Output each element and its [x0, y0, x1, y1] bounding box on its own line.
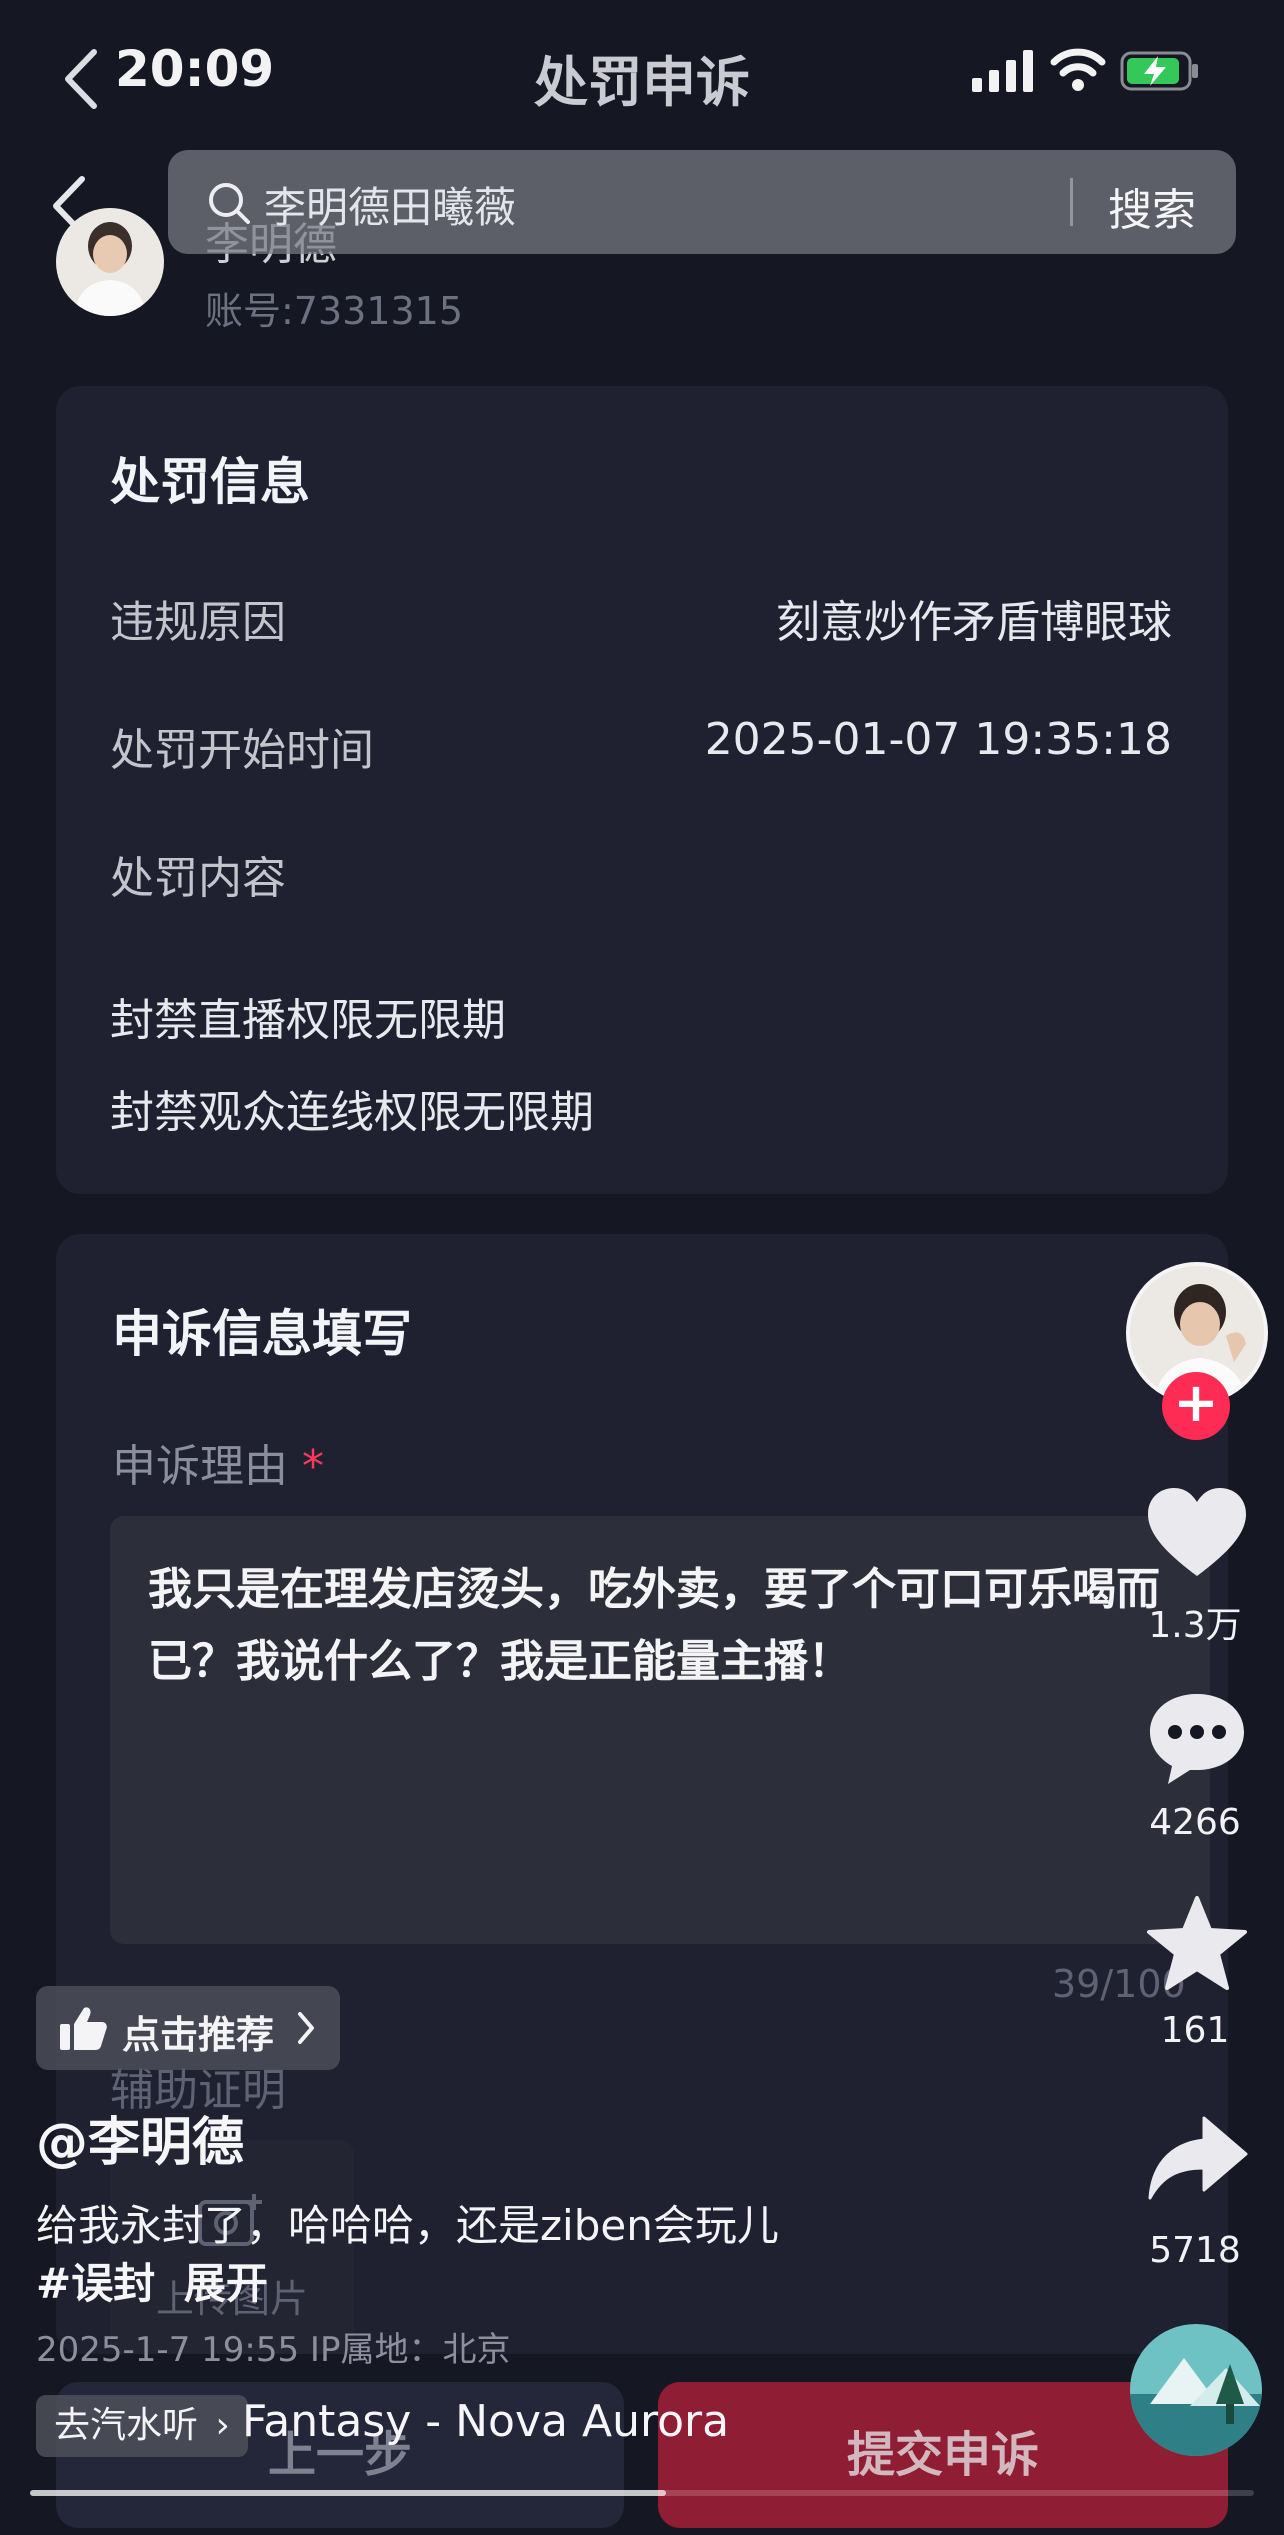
thumbs-up-icon — [60, 2007, 107, 2050]
appeal-reason-label-text: 申诉理由 — [112, 1441, 288, 1492]
search-button[interactable]: 搜索 — [1108, 174, 1196, 238]
profile-avatar[interactable] — [56, 208, 164, 316]
listen-on-qishui-button[interactable]: 去汽水听 › — [36, 2395, 248, 2457]
like-count: 1.3万 — [1148, 1605, 1242, 1646]
share-count: 5718 — [1149, 2230, 1241, 2271]
music-disc[interactable] — [1130, 2324, 1262, 2456]
penalty-start-value: 2025-01-07 19:35:18 — [704, 714, 1172, 765]
video-caption: 给我永封了，哈哈哈，还是ziben会玩儿 — [36, 2201, 779, 2250]
appeal-reason-label: 申诉理由 * — [112, 1430, 324, 1494]
video-progress-bar[interactable] — [30, 2490, 1254, 2496]
violation-reason-value: 刻意炒作矛盾博眼球 — [776, 597, 1172, 648]
penalty-start-label: 处罚开始时间 — [110, 725, 374, 776]
post-meta: 2025-1-7 19:55 IP属地：北京 — [36, 2330, 511, 2370]
follow-button[interactable]: + — [1162, 1372, 1230, 1440]
like-heart-icon[interactable] — [1142, 1484, 1252, 1584]
favorite-star-icon[interactable] — [1142, 1894, 1252, 1994]
appeal-reason-textarea[interactable]: 我只是在理发店烫头，吃外卖，要了个可口可乐喝而已？我说什么了？我是正能量主播！ — [110, 1516, 1210, 1944]
music-title[interactable]: Fantasy - Nova Aurora — [242, 2396, 729, 2447]
recommend-label: 点击推荐 — [122, 2013, 275, 2057]
penalty-content-label: 处罚内容 — [110, 853, 286, 904]
penalty-content-item: 封禁观众连线权限无限期 — [110, 1087, 594, 1138]
video-progress-fill — [30, 2490, 667, 2496]
share-arrow-icon[interactable] — [1142, 2110, 1252, 2210]
search-divider — [1070, 178, 1073, 226]
comment-bubble-icon[interactable] — [1142, 1688, 1252, 1788]
search-icon — [209, 183, 250, 224]
profile-account: 账号:7331315 — [205, 289, 464, 333]
violation-reason-label: 违规原因 — [110, 597, 286, 648]
appeal-card-title: 申诉信息填写 — [112, 1305, 412, 1363]
chevron-right-icon: › — [215, 2405, 230, 2446]
recommend-button[interactable]: 点击推荐 — [36, 1986, 340, 2070]
hashtag-row: #误封 展开 — [36, 2250, 268, 2311]
search-input[interactable]: 李明德田曦薇 — [264, 174, 516, 235]
battery-charging-icon — [1120, 51, 1198, 91]
penalty-info-card: 处罚信息 违规原因 刻意炒作矛盾博眼球 处罚开始时间 2025-01-07 19… — [56, 386, 1228, 1194]
listen-on-qishui-label: 去汽水听 — [54, 2405, 199, 2446]
comment-count: 4266 — [1149, 1802, 1241, 1843]
penalty-card-title: 处罚信息 — [110, 453, 310, 511]
penalty-content-item: 封禁直播权限无限期 — [110, 995, 506, 1046]
expand-link[interactable]: 展开 — [184, 2259, 268, 2308]
hashtag-link[interactable]: #误封 — [36, 2259, 155, 2308]
chevron-right-icon — [298, 2012, 314, 2044]
required-mark: * — [302, 1441, 324, 1492]
appeal-reason-text: 我只是在理发店烫头，吃外卖，要了个可口可乐喝而已？我说什么了？我是正能量主播！ — [148, 1564, 1160, 1687]
wifi-icon — [1050, 48, 1106, 91]
cellular-signal-icon — [972, 50, 1033, 92]
music-cover-icon — [1130, 2324, 1262, 2456]
avatar-portrait-icon — [56, 208, 164, 316]
favorite-count: 161 — [1160, 2010, 1230, 2051]
author-handle[interactable]: @李明德 — [36, 2100, 244, 2175]
search-bar[interactable]: 李明德田曦薇 搜索 — [168, 150, 1236, 254]
appeal-form-card: 申诉信息填写 申诉理由 * 我只是在理发店烫头，吃外卖，要了个可口可乐喝而已？我… — [56, 1234, 1228, 2354]
